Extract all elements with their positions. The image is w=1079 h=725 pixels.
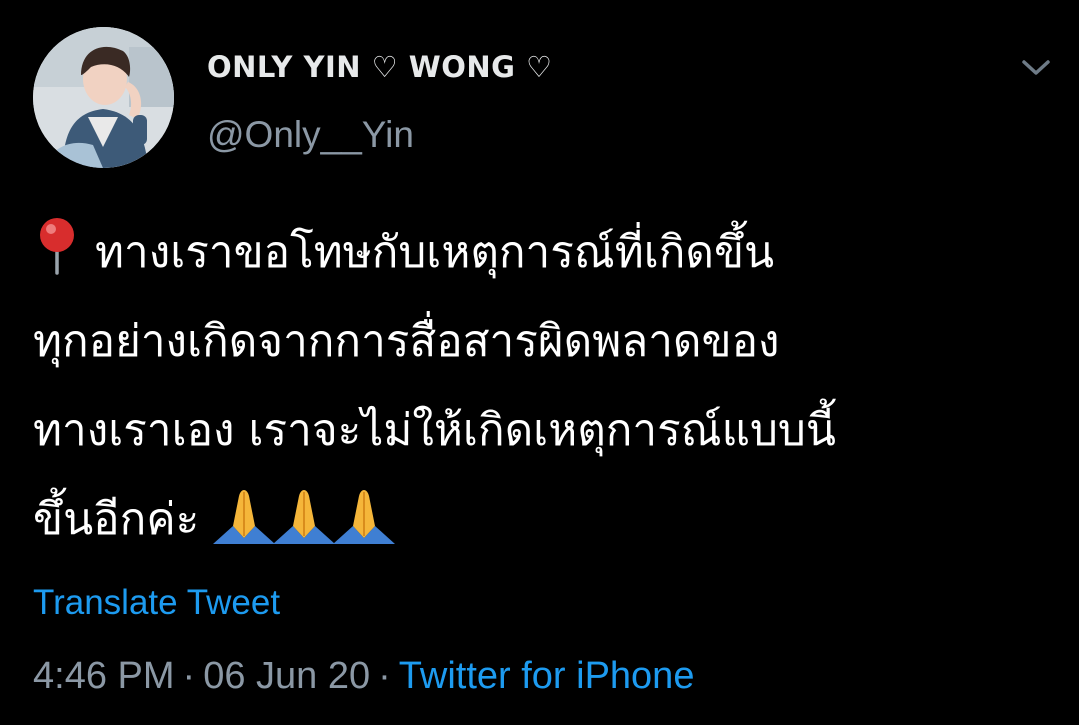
folded-hands-icon (271, 486, 337, 546)
tweet-text: ทางเราขอโทษกับเหตุการณ์ที่เกิดขึ้น ทุกอย… (33, 208, 1053, 564)
folded-hands-icon (211, 486, 277, 546)
tweet-line: ทุกอย่างเกิดจากการสื่อสารผิดพลาดของ (33, 316, 780, 367)
round-pushpin-icon (33, 215, 89, 275)
translate-tweet-link[interactable]: Translate Tweet (33, 583, 280, 623)
folded-hands-icon (331, 486, 397, 546)
display-name[interactable]: ONLY YIN ♡ WONG ♡ (207, 50, 553, 84)
separator: · (182, 655, 196, 697)
tweet-line-text: ทางเราขอโทษกับเหตุการณ์ที่เกิดขึ้น (95, 227, 775, 278)
chevron-down-icon[interactable] (1018, 54, 1054, 80)
emoji-group (211, 486, 396, 576)
tweet-line: ทางเราเอง เราจะไม่ให้เกิดเหตุการณ์แบบนี้ (33, 405, 836, 456)
tweet-meta: 4:46 PM · 06 Jun 20 · Twitter for iPhone (33, 655, 694, 698)
tweet-card: ONLY YIN ♡ WONG ♡ @Only__Yin ทางเราขอโทษ… (0, 0, 1079, 725)
tweet-line: ทางเราขอโทษกับเหตุการณ์ที่เกิดขึ้น (33, 208, 1053, 297)
tweet-time[interactable]: 4:46 PM (33, 655, 175, 697)
tweet-line-text: ขึ้นอีกค่ะ (33, 494, 200, 545)
separator: · (378, 655, 391, 697)
avatar[interactable] (33, 27, 174, 168)
tweet-date[interactable]: 06 Jun 20 (203, 655, 370, 697)
tweet-line: ขึ้นอีกค่ะ (33, 475, 1053, 564)
user-handle[interactable]: @Only__Yin (207, 114, 414, 156)
tweet-source-link[interactable]: Twitter for iPhone (399, 655, 695, 697)
